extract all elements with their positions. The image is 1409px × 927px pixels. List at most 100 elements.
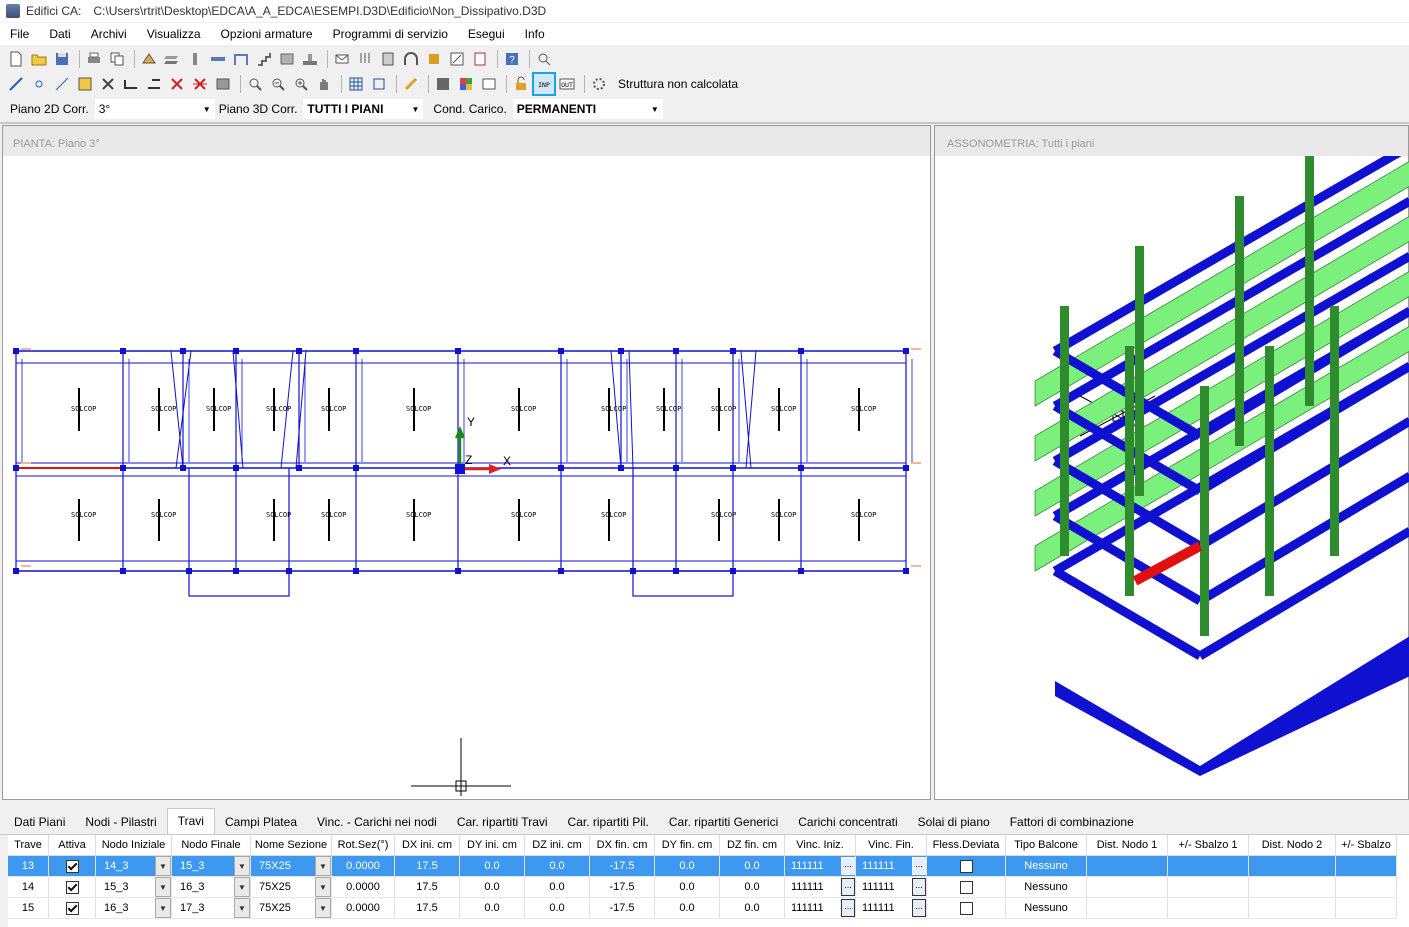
- end-node-cell[interactable]: 16_3 ▼: [171, 876, 251, 898]
- dz-ini-cell[interactable]: 0.0: [524, 855, 590, 877]
- menu-opzioni-armature[interactable]: Opzioni armature: [211, 23, 323, 45]
- dx-ini-cell[interactable]: 17.5: [394, 897, 460, 919]
- piano3d-select[interactable]: TUTTI I PIANI ▼: [303, 99, 424, 119]
- deviated-bending-cell[interactable]: [926, 855, 1006, 877]
- end-node-cell[interactable]: 15_3 ▼: [171, 855, 251, 877]
- overhang2-cell[interactable]: [1335, 855, 1397, 877]
- checkbox-unchecked[interactable]: [959, 901, 973, 915]
- chevron-down-icon[interactable]: ▼: [315, 856, 331, 876]
- column-header[interactable]: Nodo Iniziale: [95, 835, 172, 856]
- menu-programmi-servizio[interactable]: Programmi di servizio: [323, 23, 458, 45]
- offset-icon[interactable]: [121, 74, 141, 94]
- dx-fin-cell[interactable]: -17.5: [589, 876, 655, 898]
- table-row[interactable]: 13 14_3 ▼ 15_3 ▼ 75X25 ▼ 0.0000 17.5 0.0 0.0 -17.5 0…: [8, 855, 1397, 877]
- balcony-type-cell[interactable]: Nessuno: [1005, 876, 1087, 898]
- dy-fin-cell[interactable]: 0.0: [654, 855, 720, 877]
- chevron-down-icon[interactable]: ▼: [315, 877, 331, 897]
- chevron-down-icon[interactable]: ▼: [155, 856, 171, 876]
- regenerate-icon[interactable]: [213, 74, 233, 94]
- piano2d-select[interactable]: 3° ▼: [94, 99, 215, 119]
- menu-dati[interactable]: Dati: [39, 23, 80, 45]
- column-header[interactable]: Dist. Nodo 2: [1248, 835, 1336, 856]
- column-header[interactable]: +/- Sbalzo: [1335, 835, 1397, 856]
- dz-fin-cell[interactable]: 0.0: [719, 897, 785, 919]
- structure-edit-icon[interactable]: [139, 49, 159, 69]
- tab-dati-piani[interactable]: Dati Piani: [4, 810, 75, 834]
- loads-icon[interactable]: [355, 49, 375, 69]
- tab-car-ripartiti-generici[interactable]: Car. ripartiti Generici: [659, 810, 788, 834]
- unlock-icon[interactable]: [511, 74, 531, 94]
- active-cell[interactable]: [48, 876, 96, 898]
- rotation-cell[interactable]: 0.0000: [331, 897, 395, 919]
- stairs-icon[interactable]: [254, 49, 274, 69]
- menu-visualizza[interactable]: Visualizza: [137, 23, 211, 45]
- column-header[interactable]: Nodo Finale: [171, 835, 251, 856]
- overhang1-cell[interactable]: [1167, 876, 1249, 898]
- column-header[interactable]: Rot.Sez(°): [331, 835, 395, 856]
- column-header[interactable]: DY ini. cm: [459, 835, 525, 856]
- menu-esegui[interactable]: Esegui: [458, 23, 515, 45]
- column-header[interactable]: DX fin. cm: [589, 835, 655, 856]
- dz-fin-cell[interactable]: 0.0: [719, 855, 785, 877]
- overhang1-cell[interactable]: [1167, 855, 1249, 877]
- print-icon[interactable]: [84, 49, 104, 69]
- overhang2-cell[interactable]: [1335, 876, 1397, 898]
- dz-fin-cell[interactable]: 0.0: [719, 876, 785, 898]
- pencil-icon[interactable]: [401, 74, 421, 94]
- column-header[interactable]: Fless.Deviata: [926, 835, 1006, 856]
- checkbox-unchecked[interactable]: [959, 859, 973, 873]
- calc-icon[interactable]: [378, 49, 398, 69]
- overhang2-cell[interactable]: [1335, 897, 1397, 919]
- checkbox-checked[interactable]: [65, 859, 79, 873]
- tab-vinc-carichi-nei-nodi[interactable]: Vinc. - Carichi nei nodi: [307, 810, 447, 834]
- dist-node2-cell[interactable]: [1248, 855, 1336, 877]
- vinc-fin-cell[interactable]: 111111...: [855, 876, 927, 898]
- axonometric-drawing[interactable]: [935, 142, 1409, 799]
- frames-icon[interactable]: [231, 49, 251, 69]
- ellipsis-button[interactable]: ...: [841, 878, 855, 896]
- column-header[interactable]: Trave: [8, 835, 49, 856]
- column-header[interactable]: Vinc. Fin.: [855, 835, 927, 856]
- checkbox-checked[interactable]: [65, 880, 79, 894]
- cond-carico-select[interactable]: PERMANENTI ▼: [512, 99, 663, 119]
- vinc-ini-cell[interactable]: 111111...: [784, 855, 856, 877]
- active-cell[interactable]: [48, 855, 96, 877]
- column-header[interactable]: DZ ini. cm: [524, 835, 590, 856]
- chevron-down-icon[interactable]: ▼: [234, 898, 250, 918]
- delete-icon[interactable]: [167, 74, 187, 94]
- chevron-down-icon[interactable]: ▼: [155, 898, 171, 918]
- dx-ini-cell[interactable]: 17.5: [394, 876, 460, 898]
- balcony-type-cell[interactable]: Nessuno: [1005, 855, 1087, 877]
- column-header[interactable]: DY fin. cm: [654, 835, 720, 856]
- draw-beam-icon[interactable]: [6, 74, 26, 94]
- tab-nodi-pilastri[interactable]: Nodi - Pilastri: [75, 810, 166, 834]
- beams-icon[interactable]: [208, 49, 228, 69]
- overhang1-cell[interactable]: [1167, 897, 1249, 919]
- menu-archivi[interactable]: Archivi: [81, 23, 137, 45]
- column-header[interactable]: Attiva: [48, 835, 96, 856]
- start-node-cell[interactable]: 14_3 ▼: [95, 855, 172, 877]
- layers-icon[interactable]: [369, 74, 389, 94]
- dy-ini-cell[interactable]: 0.0: [459, 897, 525, 919]
- dist-node2-cell[interactable]: [1248, 897, 1336, 919]
- dy-ini-cell[interactable]: 0.0: [459, 855, 525, 877]
- tab-car-ripartiti-pil[interactable]: Car. ripartiti Pil.: [558, 810, 659, 834]
- dz-ini-cell[interactable]: 0.0: [524, 897, 590, 919]
- tab-fattori-di-combinazione[interactable]: Fattori di combinazione: [1000, 810, 1144, 834]
- chevron-down-icon[interactable]: ▼: [155, 877, 171, 897]
- dx-fin-cell[interactable]: -17.5: [589, 897, 655, 919]
- chevron-down-icon[interactable]: ▼: [315, 898, 331, 918]
- column-header[interactable]: Vinc. Iniz.: [784, 835, 856, 856]
- dy-fin-cell[interactable]: 0.0: [654, 897, 720, 919]
- calculate-icon[interactable]: [589, 74, 609, 94]
- node-icon[interactable]: [29, 74, 49, 94]
- column-header[interactable]: Nome Sezione: [250, 835, 332, 856]
- chevron-down-icon[interactable]: ▼: [234, 856, 250, 876]
- new-file-icon[interactable]: [6, 49, 26, 69]
- column-header[interactable]: Dist. Nodo 1: [1086, 835, 1168, 856]
- copy-icon[interactable]: [107, 49, 127, 69]
- tab-car-ripartiti-travi[interactable]: Car. ripartiti Travi: [447, 810, 558, 834]
- help-icon[interactable]: ?: [502, 49, 522, 69]
- checkbox-checked[interactable]: [65, 901, 79, 915]
- checkbox-unchecked[interactable]: [959, 880, 973, 894]
